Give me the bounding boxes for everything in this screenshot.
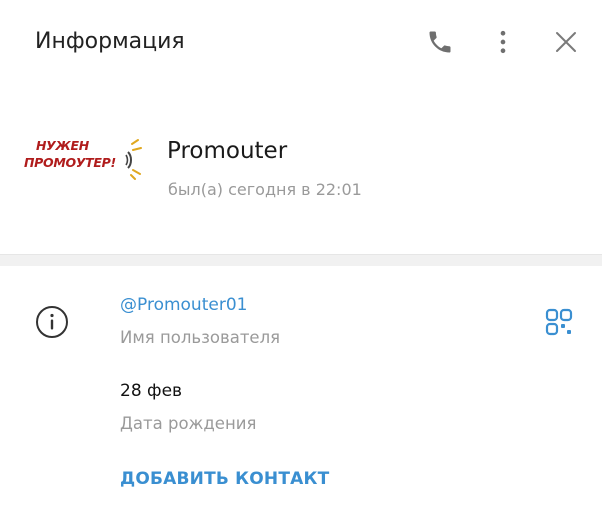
close-button[interactable] bbox=[550, 26, 582, 58]
info-panel-header: Информация bbox=[0, 0, 602, 86]
username-link[interactable]: @Promouter01 bbox=[120, 295, 247, 315]
avatar-text-line2: ПРОМОУТЕР! bbox=[24, 155, 116, 170]
more-options-button[interactable] bbox=[487, 26, 519, 58]
profile-section: НУЖЕН ПРОМОУТЕР! Promouter был(а) сегодн… bbox=[0, 86, 602, 254]
avatar[interactable]: НУЖЕН ПРОМОУТЕР! bbox=[24, 130, 144, 188]
birthday-value: 28 фев bbox=[120, 381, 183, 401]
megaphone-icon bbox=[125, 139, 142, 180]
qr-code-icon bbox=[545, 308, 573, 336]
birthday-caption: Дата рождения bbox=[120, 414, 257, 433]
info-section: @Promouter01 Имя пользователя 28 фев Дат… bbox=[0, 266, 602, 519]
qr-code-button[interactable] bbox=[544, 307, 574, 337]
avatar-text-line1: НУЖЕН bbox=[36, 138, 89, 153]
more-vertical-icon bbox=[500, 30, 506, 54]
info-circle-icon bbox=[36, 306, 68, 338]
call-button[interactable] bbox=[424, 26, 456, 58]
section-divider bbox=[0, 254, 602, 266]
add-contact-button[interactable]: ДОБАВИТЬ КОНТАКТ bbox=[120, 469, 329, 489]
last-seen-status: был(а) сегодня в 22:01 bbox=[168, 180, 362, 199]
panel-title: Информация bbox=[35, 29, 185, 54]
profile-name: Promouter bbox=[167, 138, 288, 164]
username-caption: Имя пользователя bbox=[120, 328, 281, 347]
close-icon bbox=[556, 32, 576, 52]
phone-icon bbox=[429, 31, 451, 53]
